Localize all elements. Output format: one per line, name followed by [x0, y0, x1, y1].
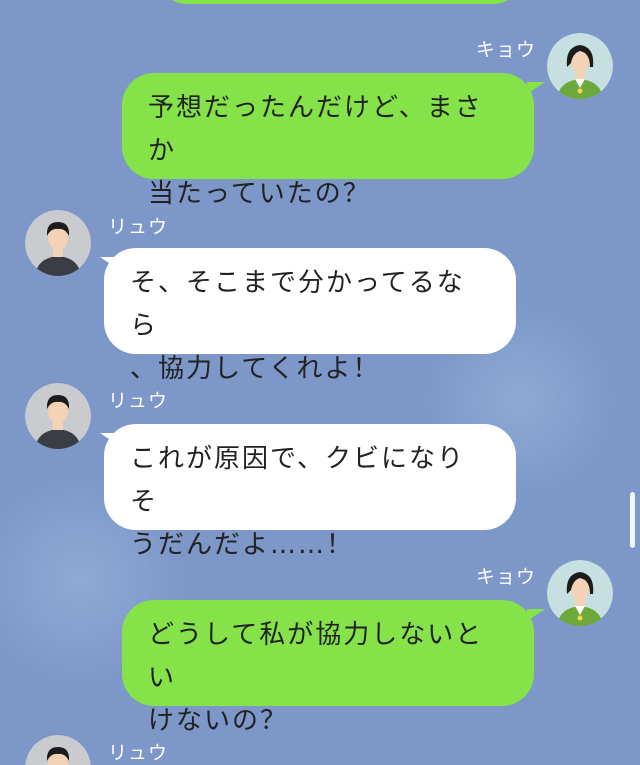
- avatar-ryu-icon[interactable]: [25, 210, 91, 276]
- bubble-tail: [527, 609, 545, 621]
- message-bubble[interactable]: そ、そこまで分かってるなら 、協力してくれよ！: [104, 248, 516, 384]
- message-bubble[interactable]: どうして私が協力しないとい けないの？: [122, 600, 534, 736]
- message-bubble[interactable]: これが原因で、クビになりそ うだんだよ……！: [104, 424, 516, 560]
- sender-name: キョウ: [476, 566, 537, 588]
- bubble-tail: [527, 82, 545, 94]
- message-bubble[interactable]: 予想だったんだけど、まさか 当たっていたの？: [122, 73, 534, 209]
- sender-name: リュウ: [108, 742, 169, 764]
- avatar-ryu-icon[interactable]: [25, 383, 91, 449]
- previous-message-bubble[interactable]: [160, 0, 520, 4]
- avatar-kyou-icon[interactable]: [547, 560, 613, 626]
- sender-name: リュウ: [108, 216, 169, 238]
- scrollbar[interactable]: [630, 492, 635, 548]
- sender-name: リュウ: [108, 390, 169, 412]
- avatar-ryu-icon[interactable]: [25, 735, 91, 765]
- sender-name: キョウ: [476, 39, 537, 61]
- avatar-kyou-icon[interactable]: [547, 33, 613, 99]
